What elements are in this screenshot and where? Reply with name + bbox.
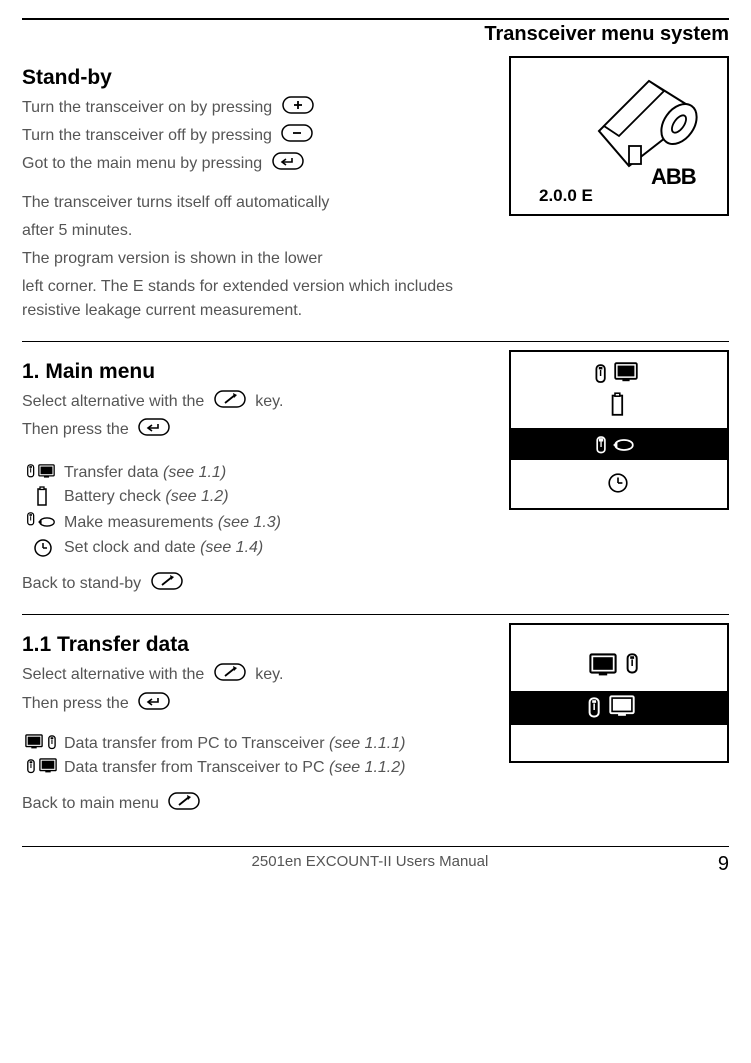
standby-heading: Stand-by	[22, 66, 497, 90]
transceiver-monitor-icon	[22, 464, 64, 482]
transfer-select-line: Select alternative with the key.	[22, 663, 497, 687]
slash-button-icon	[214, 663, 248, 691]
transceiver-monitor-icon	[22, 758, 64, 778]
battery-icon	[22, 486, 64, 508]
auto-off-1: The transceiver turns itself off automat…	[22, 191, 497, 215]
main-select-line: Select alternative with the key.	[22, 390, 497, 414]
transfer-item-label: Data transfer from Transceiver to PC (se…	[64, 759, 405, 777]
back-main-line: Back to main menu	[22, 792, 497, 816]
standby-menu-line: Got to the main menu by pressing	[22, 152, 497, 176]
slash-button-icon	[168, 792, 202, 820]
plus-button-icon	[282, 96, 316, 124]
standby-on-line: Turn the transceiver on by pressing	[22, 96, 497, 120]
brand-logo: ABB	[651, 164, 696, 189]
footer-doc: 2501en EXCOUNT-II Users Manual	[252, 853, 489, 876]
menu-item-label: Make measurements (see 1.3)	[64, 514, 281, 532]
transfer-item-pc-to-device: Data transfer from PC to Transceiver (se…	[22, 734, 497, 754]
slash-button-icon	[151, 572, 185, 600]
page-footer: 2501en EXCOUNT-II Users Manual 9	[22, 846, 729, 876]
menu-item-label: Transfer data (see 1.1)	[64, 464, 226, 482]
auto-off-2: after 5 minutes.	[22, 219, 497, 243]
enter-button-icon	[138, 418, 172, 446]
transfer-item-device-to-pc: Data transfer from Transceiver to PC (se…	[22, 758, 497, 778]
clock-icon	[22, 538, 64, 558]
transfer-figure	[509, 623, 729, 763]
section-transfer-data: 1.1 Transfer data Select alternative wit…	[22, 623, 729, 834]
header-bar: Transceiver menu system	[22, 18, 729, 48]
enter-button-icon	[138, 692, 172, 720]
fig-version-label: 2.0.0 E	[539, 186, 593, 205]
version-1: The program version is shown in the lowe…	[22, 247, 497, 271]
transfer-then-press-line: Then press the	[22, 692, 497, 716]
minus-button-icon	[281, 124, 315, 152]
section-standby: Stand-by Turn the transceiver on by pres…	[22, 56, 729, 342]
main-menu-heading: 1. Main menu	[22, 360, 497, 384]
section-main-menu: 1. Main menu Select alternative with the…	[22, 350, 729, 616]
menu-item-transfer: Transfer data (see 1.1)	[22, 464, 497, 482]
standby-figure: 2.0.0 E ABB	[509, 56, 729, 216]
menu-item-label: Set clock and date (see 1.4)	[64, 539, 263, 557]
main-then-press-line: Then press the	[22, 418, 497, 442]
version-2: left corner. The E stands for extended v…	[22, 275, 497, 323]
transceiver-loop-icon	[22, 512, 64, 534]
back-standby-line: Back to stand-by	[22, 572, 497, 596]
standby-off-line: Turn the transceiver off by pressing	[22, 124, 497, 148]
main-menu-figure	[509, 350, 729, 510]
transfer-item-label: Data transfer from PC to Transceiver (se…	[64, 735, 405, 753]
transfer-heading: 1.1 Transfer data	[22, 633, 497, 657]
menu-item-clock: Set clock and date (see 1.4)	[22, 538, 497, 558]
menu-item-label: Battery check (see 1.2)	[64, 488, 229, 506]
monitor-transceiver-icon	[22, 734, 64, 754]
page-title: Transceiver menu system	[484, 23, 729, 46]
slash-button-icon	[214, 390, 248, 418]
enter-button-icon	[272, 152, 306, 180]
menu-item-battery: Battery check (see 1.2)	[22, 486, 497, 508]
menu-item-measure: Make measurements (see 1.3)	[22, 512, 497, 534]
footer-page-number: 9	[718, 853, 729, 876]
